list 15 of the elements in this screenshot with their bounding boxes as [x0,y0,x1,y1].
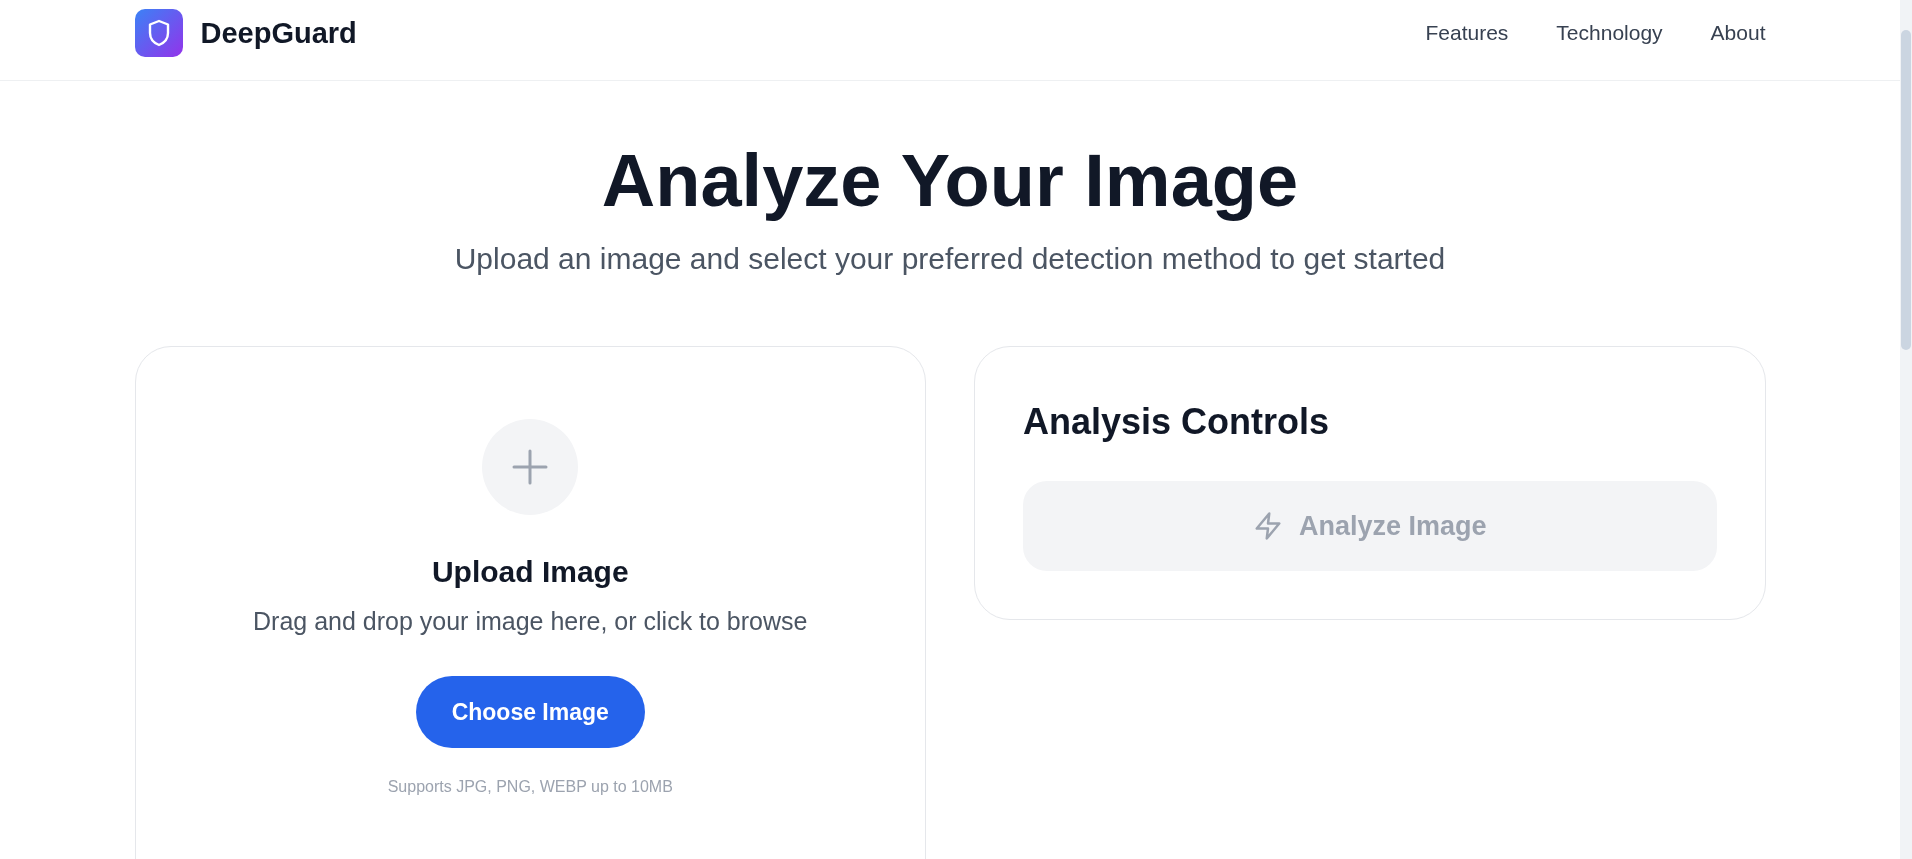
plus-icon[interactable] [482,419,579,515]
scrollbar[interactable] [1900,0,1912,859]
upload-hint: Drag and drop your image here, or click to browse [253,607,808,636]
lightning-icon [1252,511,1283,541]
page-subtitle: Upload an image and select your preferred detection method to get started [453,242,1447,276]
choose-image-button[interactable]: Choose Image [415,676,645,748]
controls-title: Analysis Controls [1023,401,1331,443]
page-title: Analyze Your Image [600,138,1300,224]
upload-title: Upload Image [431,555,629,589]
nav-link[interactable]: About [1710,21,1766,45]
shield-logo-icon[interactable] [134,9,183,57]
brand-name[interactable]: DeepGuard [200,16,357,50]
nav-link[interactable]: Features [1425,21,1509,45]
nav-link[interactable]: Technology [1556,21,1663,45]
file-types-note: Supports JPG, PNG, WEBP up to 10MB [387,778,673,796]
